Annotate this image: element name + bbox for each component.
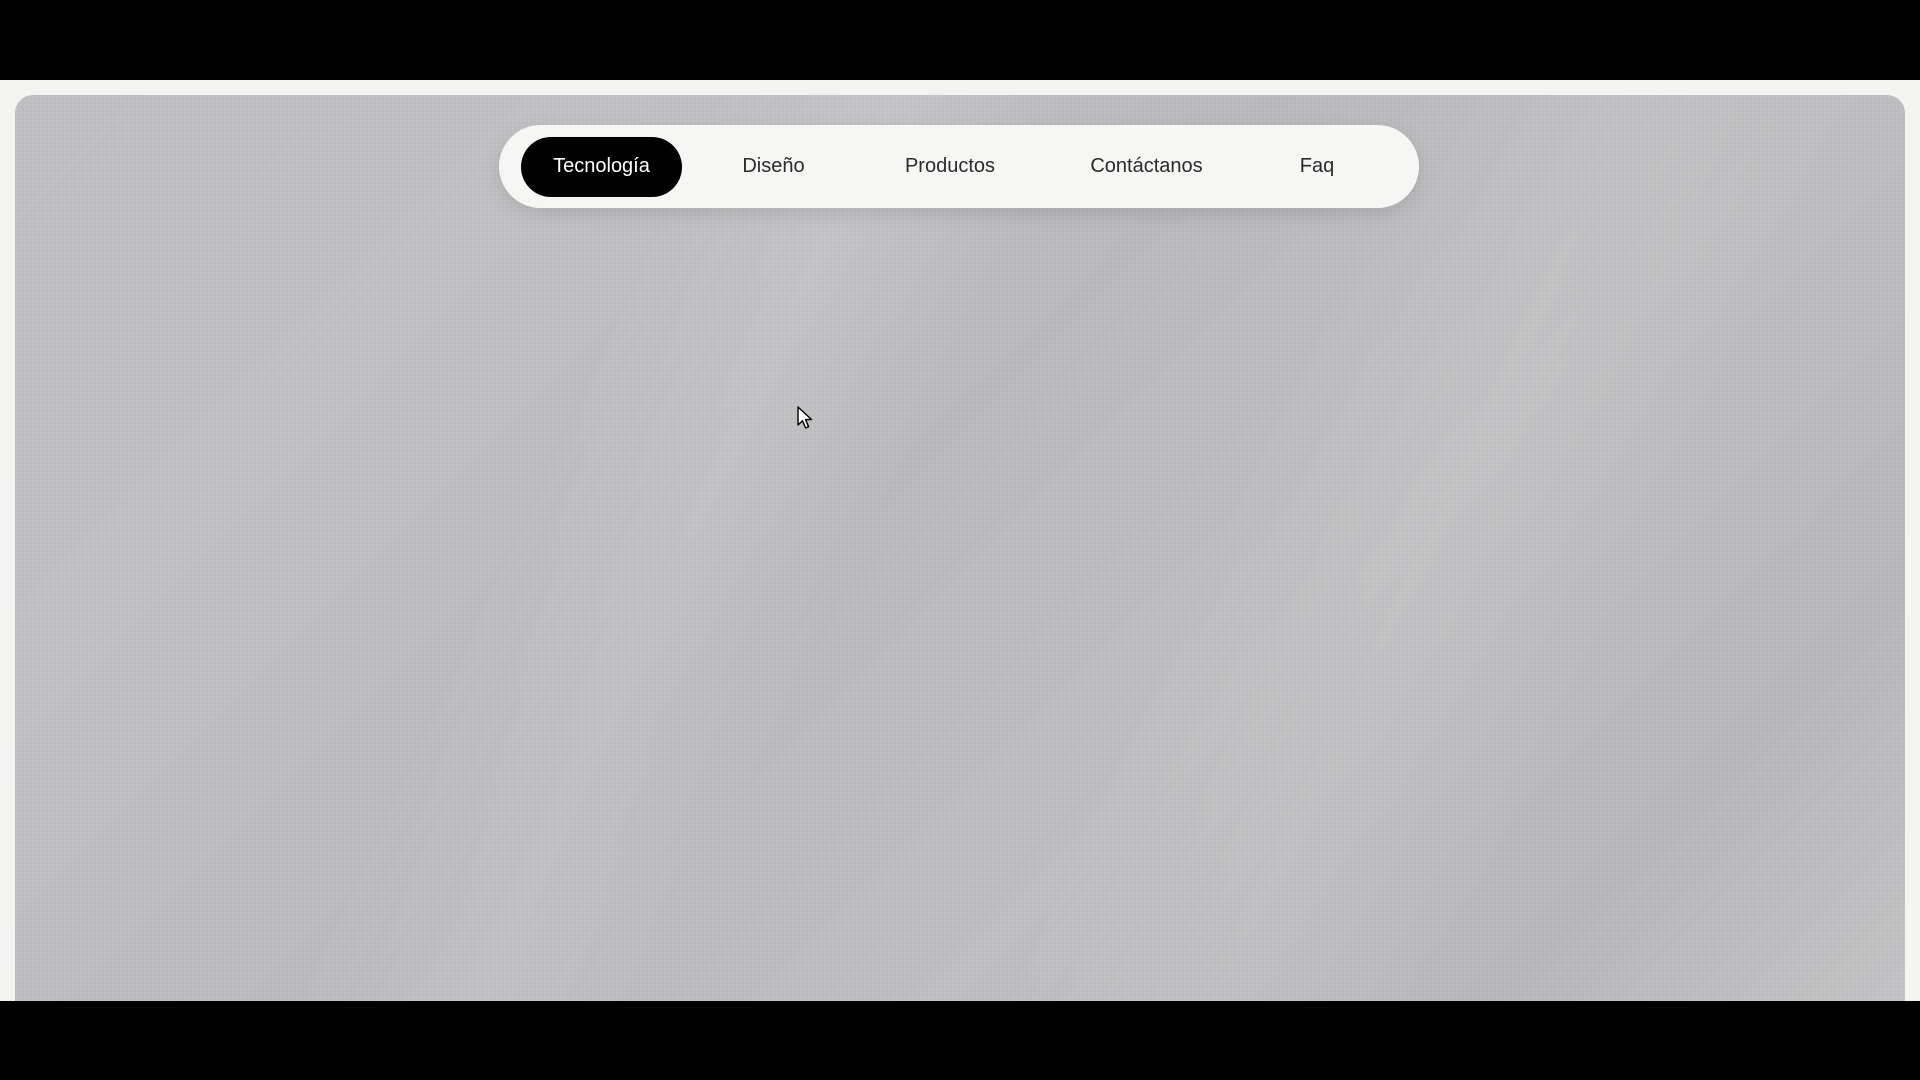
mouse-pointer-icon xyxy=(797,406,813,429)
nav-item-label: Tecnología xyxy=(553,155,650,177)
nav-item-tecnologia[interactable]: Tecnología xyxy=(521,136,682,197)
letterbox-top xyxy=(0,0,1920,80)
nav-item-label: Productos xyxy=(904,155,996,177)
letterbox-bottom xyxy=(0,1001,1920,1080)
hero-panel xyxy=(15,95,1905,1015)
nav-item-faq[interactable]: Faq xyxy=(1258,137,1376,197)
nav-item-label: Faq xyxy=(1299,155,1335,177)
nav-item-label: Contáctanos xyxy=(1090,155,1203,177)
main-nav: Tecnología Diseño Productos Contáctanos … xyxy=(499,125,1419,208)
nav-item-diseno[interactable]: Diseño xyxy=(696,137,851,197)
nav-item-label: Diseño xyxy=(742,155,805,177)
nav-item-productos[interactable]: Productos xyxy=(865,137,1035,197)
nav-item-contactanos[interactable]: Contáctanos xyxy=(1049,137,1244,197)
